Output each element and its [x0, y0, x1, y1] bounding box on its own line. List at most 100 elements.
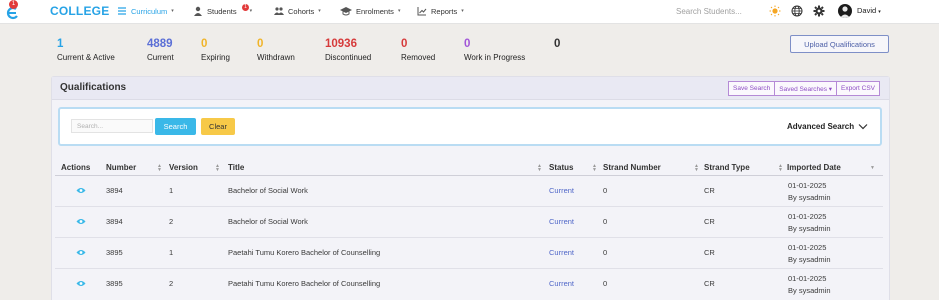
cell-status: Current — [549, 248, 575, 257]
cell-number: 3895 — [106, 279, 123, 288]
chevron-down-icon: ▾ — [249, 8, 253, 14]
export-csv-button[interactable]: Export CSV — [836, 81, 880, 96]
stat-discontinued[interactable]: 10936 Discontinued — [325, 38, 371, 62]
chevron-down-icon: ▾ — [461, 8, 464, 14]
group-icon — [274, 7, 284, 15]
chevron-down-icon: ▾ — [318, 8, 321, 14]
cell-version: 2 — [169, 279, 174, 288]
cell-number: 3894 — [106, 217, 123, 226]
nav-curriculum-label: Curriculum — [131, 6, 168, 16]
stat-label: Expiring — [201, 53, 230, 62]
nav-enrolments-label: Enrolments — [356, 6, 394, 16]
cell-imported-by: By sysadmin — [788, 193, 831, 202]
cell-version: 1 — [169, 248, 174, 257]
avatar[interactable] — [838, 4, 852, 18]
chevron-down-icon: ▾ — [171, 8, 174, 14]
chevron-down-icon: ▾ — [878, 9, 881, 15]
save-search-button[interactable]: Save Search — [728, 81, 776, 96]
cell-imported-date: 01-01-2025 — [788, 212, 827, 221]
column-header-number[interactable]: Number — [106, 163, 136, 172]
panel-actions: Save Search Saved Searches ▾ Export CSV — [728, 81, 880, 96]
stat-removed[interactable]: 0 Removed — [401, 38, 435, 62]
stat-current-active[interactable]: 1 Current & Active — [57, 38, 115, 62]
nav-reports[interactable]: Reports ▾ — [417, 6, 464, 16]
cell-status: Current — [549, 217, 575, 226]
nav-curriculum[interactable]: Curriculum ▾ — [117, 6, 174, 16]
cell-status: Current — [549, 186, 575, 195]
stat-value: 10936 — [325, 38, 357, 50]
stat-label: Work in Progress — [464, 53, 526, 62]
advanced-search-toggle[interactable]: Advanced Search — [787, 122, 868, 131]
sort-icon[interactable]: ▲ ▼ — [215, 164, 220, 173]
column-header-actions: Actions — [61, 163, 91, 172]
sort-icon[interactable]: ▲ ▼ — [694, 164, 699, 173]
gear-icon[interactable] — [813, 5, 825, 17]
saved-searches-button[interactable]: Saved Searches ▾ — [774, 81, 838, 96]
stat-withdrawn[interactable]: 0 Withdrawn — [257, 38, 295, 62]
nav-students-label: Students — [207, 6, 237, 16]
column-header-imported-date[interactable]: Imported Date — [787, 163, 841, 172]
cell-imported-by: By sysadmin — [788, 255, 831, 264]
mortarboard-icon — [340, 7, 352, 16]
chevron-down-icon: ▾ — [397, 8, 401, 14]
cell-imported-by: By sysadmin — [788, 224, 831, 233]
nav-cohorts[interactable]: Cohorts ▾ — [274, 6, 321, 16]
stat-other[interactable]: 0 — [554, 38, 560, 53]
eye-icon[interactable] — [76, 280, 86, 287]
clear-button[interactable]: Clear — [201, 118, 235, 135]
stat-expiring[interactable]: 0 Expiring — [201, 38, 230, 62]
stat-value: 4889 — [147, 38, 173, 50]
eye-icon[interactable] — [76, 187, 86, 194]
cell-title: Paetahi Tumu Korero Bachelor of Counsell… — [228, 279, 381, 288]
upload-qualifications-button[interactable]: Upload Qualifications — [790, 35, 889, 53]
user-avatar-icon — [840, 6, 850, 18]
cell-imported-date: 01-01-2025 — [788, 274, 827, 283]
user-menu[interactable]: David ▾ — [857, 6, 881, 15]
sort-icon[interactable]: ▲ ▼ — [592, 164, 597, 173]
stat-value: 0 — [464, 38, 471, 50]
brand-name[interactable]: COLLEGE — [50, 4, 109, 18]
nav-enrolments[interactable]: Enrolments ▾ — [340, 6, 400, 16]
nav-cohorts-label: Cohorts — [288, 6, 315, 16]
sun-icon[interactable] — [769, 5, 781, 17]
column-header-status[interactable]: Status — [549, 163, 573, 172]
cell-strand-type: CR — [704, 186, 715, 195]
stat-value: 0 — [201, 38, 208, 50]
cell-strand-number: 0 — [603, 186, 608, 195]
cell-title: Bachelor of Social Work — [228, 217, 308, 226]
panel-header: Qualifications Save Search Saved Searche… — [52, 77, 889, 100]
students-badge: 1 — [242, 4, 249, 11]
stat-label: Discontinued — [325, 53, 372, 62]
student-search-input[interactable] — [672, 3, 760, 20]
nav-students[interactable]: Students 1 ▾ — [193, 4, 253, 16]
search-button[interactable]: Search — [155, 118, 196, 135]
stat-value: 0 — [401, 38, 408, 50]
sort-icon[interactable]: ▲ ▼ — [157, 164, 162, 173]
stat-work-in-progress[interactable]: 0 Work in Progress — [464, 38, 525, 62]
cell-number: 3895 — [106, 248, 123, 257]
sort-icon[interactable]: ▲ ▼ — [537, 164, 542, 173]
column-header-strand-number[interactable]: Strand Number — [603, 163, 661, 172]
column-header-title[interactable]: Title — [228, 163, 244, 172]
eye-icon[interactable] — [76, 249, 86, 256]
search-bar: Search Clear Advanced Search — [58, 107, 882, 146]
qualification-search-input[interactable] — [71, 119, 153, 133]
cell-imported-by: By sysadmin — [788, 286, 831, 295]
eye-icon[interactable] — [76, 218, 86, 225]
stat-label: Current — [147, 53, 174, 62]
cell-number: 3894 — [106, 186, 123, 195]
chart-icon — [417, 7, 427, 16]
stat-current[interactable]: 4889 Current — [147, 38, 174, 62]
notification-badge: 1 — [9, 0, 18, 9]
column-header-strand-type[interactable]: Strand Type — [704, 163, 750, 172]
cell-strand-type: CR — [704, 217, 715, 226]
column-header-version[interactable]: Version — [169, 163, 198, 172]
cell-imported-date: 01-01-2025 — [788, 181, 827, 190]
cell-imported-date: 01-01-2025 — [788, 243, 827, 252]
user-name-label: David — [857, 6, 877, 15]
globe-icon[interactable] — [791, 5, 803, 17]
sort-icon[interactable]: ▼ — [870, 166, 875, 171]
menu-icon — [118, 7, 126, 15]
chevron-down-icon — [858, 124, 868, 130]
sort-icon[interactable]: ▲ ▼ — [778, 164, 783, 173]
